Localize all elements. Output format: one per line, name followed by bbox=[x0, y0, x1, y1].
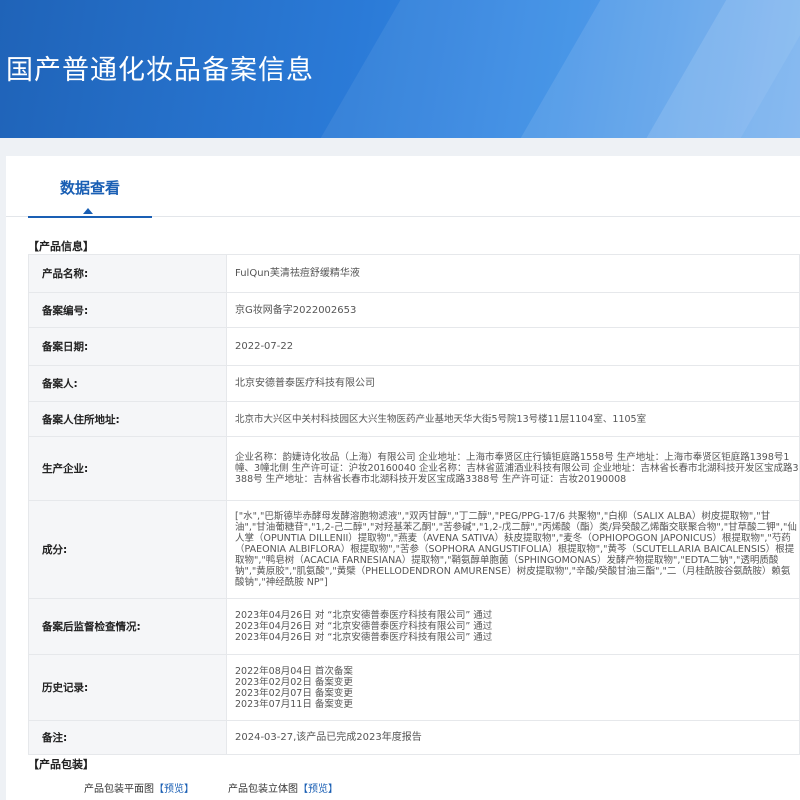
table-row: 备注: 2024-03-27,该产品已完成2023年度报告 bbox=[28, 720, 800, 755]
packaging-item-label: 产品包装平面图 bbox=[84, 784, 154, 795]
main-panel: 数据查看 【产品信息】 产品名称: FulQun芙清祛痘舒缓精华液 备案编号: … bbox=[6, 156, 800, 800]
table-row: 备案编号: 京G妆网备字2022002653 bbox=[28, 292, 800, 328]
packaging-heading: 【产品包装】 bbox=[28, 758, 94, 771]
table-row: 备案后监督检查情况: 2023年04月26日 对 “北京安德普泰医疗科技有限公司… bbox=[28, 598, 800, 655]
row-label: 备案人: bbox=[28, 365, 227, 402]
row-label: 备注: bbox=[28, 720, 227, 755]
inspection-line: 2023年04月26日 对 “北京安德普泰医疗科技有限公司” 通过 bbox=[235, 621, 493, 632]
table-row: 备案日期: 2022-07-22 bbox=[28, 327, 800, 366]
row-label: 备案日期: bbox=[28, 327, 227, 366]
table-row: 生产企业: 企业名称：韵婕诗化妆品（上海）有限公司 企业地址：上海市奉贤区庄行镇… bbox=[28, 436, 800, 501]
product-name-value: FulQun芙清祛痘舒缓精华液 bbox=[226, 254, 800, 293]
row-label: 备案编号: bbox=[28, 292, 227, 328]
table-row: 历史记录: 2022年08月04日 首次备案 2023年02月02日 备案变更 … bbox=[28, 654, 800, 721]
row-label: 历史记录: bbox=[28, 654, 227, 721]
tab-bar: 数据查看 bbox=[6, 156, 800, 218]
filing-date-value: 2022-07-22 bbox=[226, 327, 800, 366]
history-line: 2023年02月07日 备案变更 bbox=[235, 687, 353, 699]
history-value: 2022年08月04日 首次备案 2023年02月02日 备案变更 2023年0… bbox=[226, 654, 800, 721]
inspection-line: 2023年04月26日 对 “北京安德普泰医疗科技有限公司” 通过 bbox=[235, 610, 493, 621]
remarks-value: 2024-03-27,该产品已完成2023年度报告 bbox=[226, 720, 800, 755]
table-row: 备案人住所地址: 北京市大兴区中关村科技园区大兴生物医药产业基地天华大街5号院1… bbox=[28, 401, 800, 437]
filing-number-value: 京G妆网备字2022002653 bbox=[226, 292, 800, 328]
row-label: 成分: bbox=[28, 500, 227, 599]
preview-3d-link[interactable]: 【预览】 bbox=[298, 784, 338, 795]
filer-value: 北京安德普泰医疗科技有限公司 bbox=[226, 365, 800, 402]
product-info-table: 产品名称: FulQun芙清祛痘舒缓精华液 备案编号: 京G妆网备字202200… bbox=[28, 254, 800, 755]
history-line: 2023年02月02日 备案变更 bbox=[235, 676, 353, 688]
packaging-item-label: 产品包装立体图 bbox=[228, 784, 298, 795]
header-banner: 国产普通化妆品备案信息 bbox=[0, 0, 800, 138]
page-title: 国产普通化妆品备案信息 bbox=[6, 55, 314, 86]
history-line: 2022年08月04日 首次备案 bbox=[235, 665, 353, 677]
row-label: 生产企业: bbox=[28, 436, 227, 501]
row-label: 备案后监督检查情况: bbox=[28, 598, 227, 655]
table-row: 备案人: 北京安德普泰医疗科技有限公司 bbox=[28, 365, 800, 402]
inspection-line: 2023年04月26日 对 “北京安德普泰医疗科技有限公司” 通过 bbox=[235, 632, 493, 643]
packaging-item: 产品包装平面图【预览】 bbox=[84, 780, 194, 795]
table-row: 成分: ["水","巴斯德毕赤酵母发酵溶胞物滤液","双丙甘醇","丁二醇","… bbox=[28, 500, 800, 599]
filer-address-value: 北京市大兴区中关村科技园区大兴生物医药产业基地天华大街5号院13号楼11层110… bbox=[226, 401, 800, 437]
ingredients-value: ["水","巴斯德毕赤酵母发酵溶胞物滤液","双丙甘醇","丁二醇","PEG/… bbox=[226, 500, 800, 599]
row-label: 产品名称: bbox=[28, 254, 227, 293]
table-row: 产品名称: FulQun芙清祛痘舒缓精华液 bbox=[28, 254, 800, 293]
manufacturer-value: 企业名称：韵婕诗化妆品（上海）有限公司 企业地址：上海市奉贤区庄行镇钜庭路155… bbox=[226, 436, 800, 501]
packaging-item: 产品包装立体图【预览】 bbox=[228, 780, 338, 795]
tab-active-caret-icon bbox=[83, 208, 93, 214]
row-label: 备案人住所地址: bbox=[28, 401, 227, 437]
history-line: 2023年07月11日 备案变更 bbox=[235, 698, 353, 710]
inspection-value: 2023年04月26日 对 “北京安德普泰医疗科技有限公司” 通过 2023年0… bbox=[226, 598, 800, 655]
preview-flat-link[interactable]: 【预览】 bbox=[154, 784, 194, 795]
product-info-heading: 【产品信息】 bbox=[28, 240, 94, 253]
